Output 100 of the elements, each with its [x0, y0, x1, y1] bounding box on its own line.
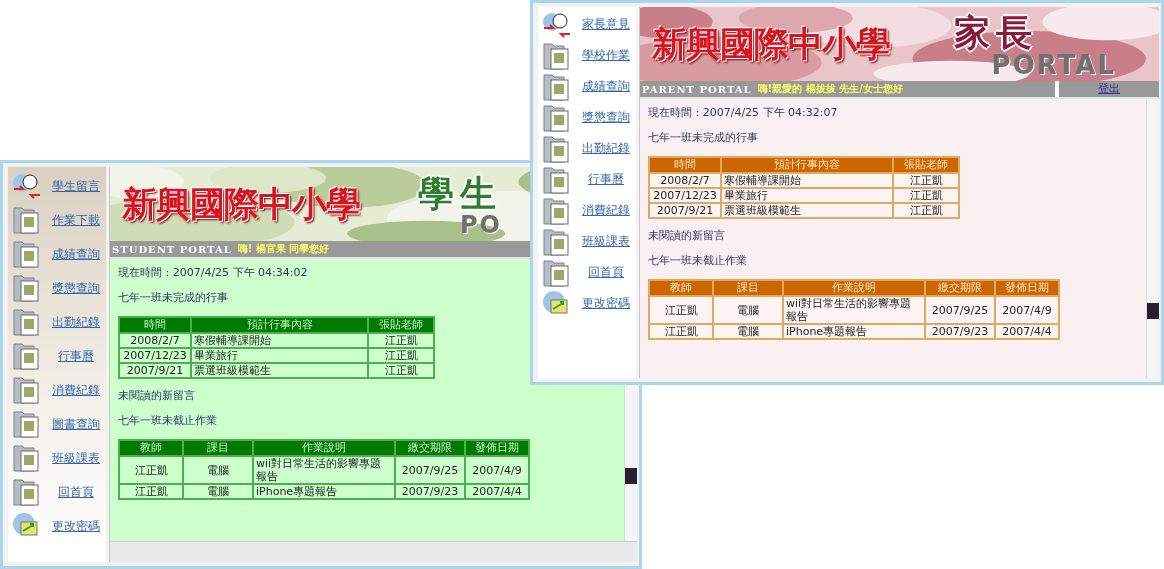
table-cell: iPhone專題報告: [254, 485, 394, 498]
column-header: 繳交期限: [926, 281, 994, 295]
table-cell: 寒假輔導課開始: [192, 334, 367, 347]
sidebar-link[interactable]: 消費紀錄: [576, 202, 636, 219]
column-header: 課目: [184, 441, 252, 455]
table-cell: 2007/4/9: [466, 457, 528, 483]
column-header: 張貼老師: [369, 318, 433, 332]
section-heading: 未閱讀的新留言: [118, 389, 195, 403]
sidebar-link[interactable]: 成績查詢: [576, 78, 636, 95]
sidebar-link[interactable]: 班級課表: [576, 233, 636, 250]
table-cell: 2007/4/9: [996, 297, 1058, 323]
column-header: 課目: [714, 281, 782, 295]
sidebar-link[interactable]: 出勤紀錄: [46, 313, 106, 331]
folder-document-icon: [12, 273, 42, 303]
table-cell: 電腦: [714, 325, 782, 338]
sidebar-link[interactable]: 作業下載: [46, 211, 106, 229]
column-header: 發佈日期: [466, 441, 528, 455]
column-header: 發佈日期: [996, 281, 1058, 295]
table-cell: 2008/2/7: [120, 334, 190, 347]
table-cell: 2007/9/25: [926, 297, 994, 323]
folder-document-icon: [542, 164, 572, 195]
folder-document-icon: [12, 443, 42, 473]
column-header: 作業說明: [254, 441, 394, 455]
sidebar-link[interactable]: 更改密碼: [46, 517, 106, 535]
table-cell: 江正凱: [894, 204, 958, 217]
sidebar-link[interactable]: 學生留言: [46, 177, 106, 195]
portal-title: STUDENT PORTAL: [112, 243, 232, 255]
table-cell: 2007/4/4: [996, 325, 1058, 338]
sidebar-link[interactable]: 學校作業: [576, 47, 636, 64]
folder-document-icon: [542, 40, 572, 71]
column-header: 教師: [120, 441, 182, 455]
sidebar-link[interactable]: 消費紀錄: [46, 381, 106, 399]
sidebar-link[interactable]: 行事曆: [46, 347, 106, 365]
table-cell: 2007/9/25: [396, 457, 464, 483]
sidebar-link[interactable]: 回首頁: [46, 483, 106, 501]
table-cell: 2007/12/23: [650, 189, 720, 202]
folder-document-icon: [12, 239, 42, 269]
scrollbar-thumb[interactable]: [625, 468, 637, 484]
folder-document-icon: [542, 226, 572, 257]
current-time: 現在時間 : 2007/4/25 下午 04:32:07: [648, 106, 838, 120]
scrollbar[interactable]: [1146, 99, 1159, 378]
sidebar-link[interactable]: 圖書查詢: [46, 415, 106, 433]
table-cell: 票選班級模範生: [192, 364, 367, 377]
table-cell: 電腦: [184, 485, 252, 498]
folder-document-icon: [542, 133, 572, 164]
table-cell: 2007/12/23: [120, 349, 190, 362]
column-header: 教師: [650, 281, 712, 295]
folder-document-icon: [542, 102, 572, 133]
portal-role: 學生: [418, 171, 502, 215]
sidebar-link[interactable]: 家長意見: [576, 16, 636, 33]
folder-document-icon: [542, 71, 572, 102]
table-cell: 電腦: [184, 457, 252, 483]
folder-document-icon: [542, 257, 572, 288]
column-header: 繳交期限: [396, 441, 464, 455]
folder-document-icon: [12, 409, 42, 439]
table-cell: 2008/2/7: [650, 174, 720, 187]
column-header: 預計行事內容: [192, 318, 367, 332]
table-cell: 2007/4/4: [466, 485, 528, 498]
current-time: 現在時間 : 2007/4/25 下午 04:34:02: [118, 266, 308, 280]
table-cell: 江正凱: [894, 189, 958, 202]
logout-link[interactable]: 登出: [1059, 81, 1159, 97]
table-cell: 畢業旅行: [192, 349, 367, 362]
sidebar-link[interactable]: 獎懲查詢: [576, 109, 636, 126]
table-cell: 2007/9/23: [396, 485, 464, 498]
section-heading: 七年一班未截止作業: [118, 414, 217, 428]
section-heading: 七年一班未截止作業: [648, 254, 747, 268]
greeting-text: 嗨!親愛的 楊拔拔 先生/女士您好: [757, 82, 903, 96]
section-heading: 七年一班未完成的行事: [118, 291, 228, 305]
scrollbar-thumb[interactable]: [1147, 303, 1159, 319]
table-cell: 江正凱: [369, 364, 433, 377]
sidebar-link[interactable]: 出勤紀錄: [576, 140, 636, 157]
column-header: 作業說明: [784, 281, 924, 295]
folder-document-icon: [12, 307, 42, 337]
greeting-text: 嗨! 楊官果 同學您好: [237, 242, 330, 256]
folder-document-icon: [12, 375, 42, 405]
portal-title: PARENT PORTAL: [642, 83, 752, 95]
person-arrows-icon: [12, 171, 42, 201]
table-cell: 票選班級模範生: [722, 204, 892, 217]
section-heading: 七年一班未完成的行事: [648, 131, 758, 145]
table-cell: 江正凱: [650, 297, 712, 323]
table-cell: 江正凱: [120, 457, 182, 483]
sidebar-link[interactable]: 班級課表: [46, 449, 106, 467]
table-cell: 電腦: [714, 297, 782, 323]
sidebar-link[interactable]: 更改密碼: [576, 295, 636, 312]
folder-document-icon: [12, 477, 42, 507]
table-cell: 2007/9/21: [120, 364, 190, 377]
table-cell: iPhone專題報告: [784, 325, 924, 338]
table-cell: 江正凱: [894, 174, 958, 187]
sidebar-link[interactable]: 行事曆: [576, 171, 636, 188]
column-header: 時間: [650, 158, 720, 172]
sidebar-link[interactable]: 獎懲查詢: [46, 279, 106, 297]
sidebar-link[interactable]: 回首頁: [576, 264, 636, 281]
portal-label: PORTAL: [991, 49, 1116, 80]
column-header: 張貼老師: [894, 158, 958, 172]
table-cell: 江正凱: [369, 334, 433, 347]
school-name: 新興國際中小學: [122, 181, 360, 226]
table-cell: 寒假輔導課開始: [722, 174, 892, 187]
table-cell: 2007/9/21: [650, 204, 720, 217]
table-cell: 畢業旅行: [722, 189, 892, 202]
sidebar-link[interactable]: 成績查詢: [46, 245, 106, 263]
